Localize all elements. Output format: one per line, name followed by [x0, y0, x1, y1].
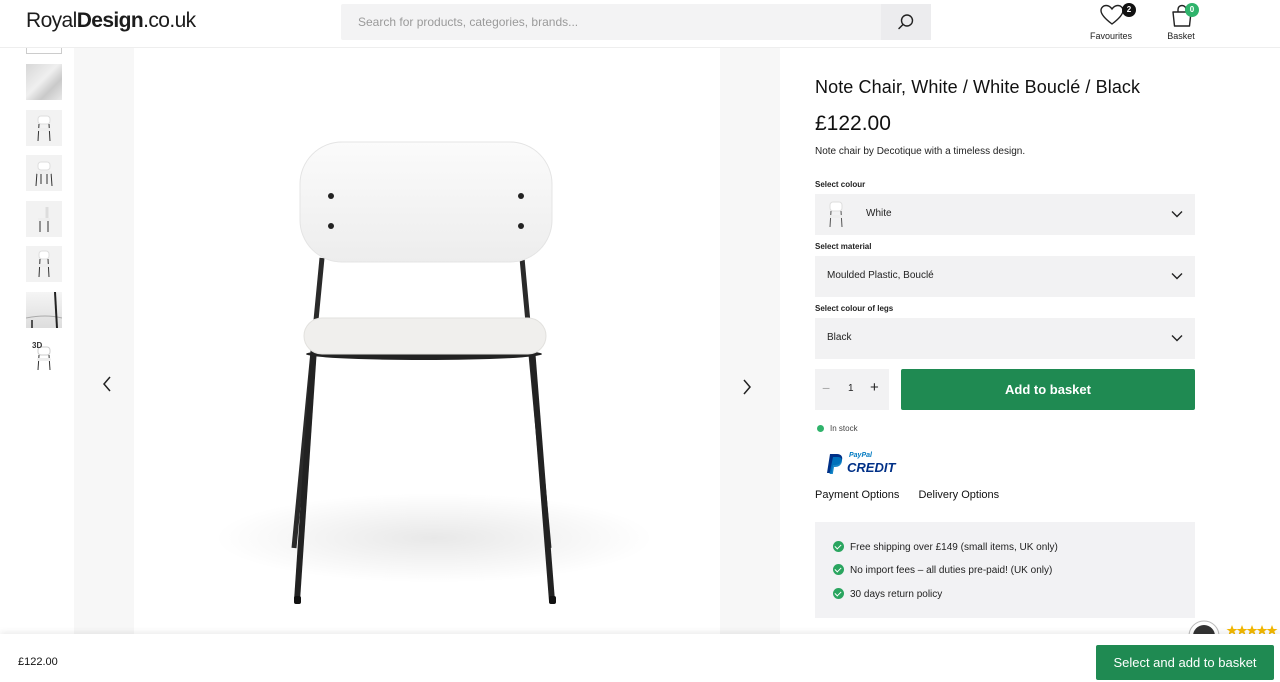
quantity-decrease-button[interactable]: − — [822, 380, 830, 396]
search-input[interactable] — [341, 4, 881, 40]
favourites-link[interactable]: 2 Favourites — [1081, 2, 1141, 42]
colour-value: White — [866, 208, 892, 219]
colour-swatch-thumbnail — [829, 201, 843, 228]
thumbnail[interactable] — [26, 64, 62, 100]
options-links: Payment Options Delivery Options — [815, 489, 1015, 501]
stock-status: In stock — [817, 424, 858, 433]
check-icon — [833, 541, 844, 552]
chevron-down-icon — [1171, 273, 1183, 280]
stock-text: In stock — [830, 424, 858, 433]
benefits-box: Free shipping over £149 (small items, UK… — [815, 522, 1195, 618]
thumbnail[interactable] — [26, 155, 62, 191]
legs-colour-value: Black — [827, 332, 852, 343]
search-bar — [341, 4, 931, 40]
colour-select[interactable]: White — [815, 194, 1195, 235]
thumbnail[interactable] — [26, 292, 62, 328]
quantity-increase-button[interactable]: + — [870, 379, 879, 396]
benefit-item: No import fees – all duties pre-paid! (U… — [833, 564, 1052, 576]
product-page: RoyalDesign.co.uk 2 Favourites 0 — [0, 0, 1280, 682]
benefit-text: 30 days return policy — [850, 589, 943, 600]
material-label: Select material — [815, 242, 872, 251]
check-icon — [833, 588, 844, 599]
payment-options-link[interactable]: Payment Options — [815, 489, 899, 501]
in-stock-dot-icon — [817, 425, 824, 432]
sticky-add-bar: r £122.00 Select and add to basket — [0, 634, 1280, 682]
colour-label: Select colour — [815, 180, 866, 189]
delivery-options-link[interactable]: Delivery Options — [918, 489, 999, 501]
product-price: £122.00 — [815, 112, 891, 135]
add-to-basket-button[interactable]: Add to basket — [901, 369, 1195, 410]
product-description: Note chair by Decotique with a timeless … — [815, 146, 1026, 157]
next-image-button[interactable] — [737, 377, 757, 397]
heart-icon — [1100, 4, 1124, 25]
search-button[interactable] — [881, 4, 931, 40]
chevron-down-icon — [1171, 335, 1183, 342]
basket-link[interactable]: 0 Basket — [1151, 2, 1211, 42]
favourites-label: Favourites — [1089, 31, 1133, 41]
legs-colour-label: Select colour of legs — [815, 304, 894, 313]
paypal-credit-logo[interactable]: PayPal CREDIT — [825, 452, 895, 476]
chair-image — [134, 48, 720, 634]
quantity-stepper: − 1 + — [815, 369, 889, 410]
prev-image-button[interactable] — [97, 374, 117, 394]
basket-count-badge: 0 — [1185, 3, 1199, 17]
chevron-right-icon — [743, 379, 751, 395]
select-and-add-button[interactable]: Select and add to basket — [1096, 645, 1274, 680]
check-icon — [833, 564, 844, 575]
3d-label: 3D — [32, 341, 43, 350]
paypal-icon — [827, 454, 843, 474]
thumbnail-strip: 3D — [0, 36, 74, 634]
thumbnail[interactable] — [26, 246, 62, 282]
benefit-item: Free shipping over £149 (small items, UK… — [833, 541, 1058, 553]
product-title: Note Chair, White / White Bouclé / Black — [815, 77, 1141, 97]
benefit-text: No import fees – all duties pre-paid! (U… — [850, 565, 1053, 576]
search-icon — [898, 14, 914, 30]
sticky-price: £122.00 — [18, 656, 58, 668]
thumbnail[interactable] — [26, 110, 62, 146]
legs-colour-select[interactable]: Black — [815, 318, 1195, 359]
benefit-text: Free shipping over £149 (small items, UK… — [850, 542, 1058, 553]
site-logo[interactable]: RoyalDesign.co.uk — [26, 9, 196, 33]
paypal-credit-text: CREDIT — [847, 460, 896, 475]
paypal-text: PayPal — [849, 452, 872, 459]
thumbnail[interactable] — [26, 201, 62, 237]
site-header: RoyalDesign.co.uk 2 Favourites 0 — [0, 0, 1280, 48]
quantity-value[interactable]: 1 — [848, 383, 854, 394]
chevron-down-icon — [1171, 211, 1183, 218]
material-select[interactable]: Moulded Plastic, Bouclé — [815, 256, 1195, 297]
material-value: Moulded Plastic, Bouclé — [827, 270, 934, 281]
basket-label: Basket — [1167, 31, 1195, 41]
favourites-count-badge: 2 — [1122, 3, 1136, 17]
chevron-left-icon — [103, 376, 111, 392]
product-main-image — [74, 48, 780, 634]
benefit-item: 30 days return policy — [833, 588, 942, 600]
